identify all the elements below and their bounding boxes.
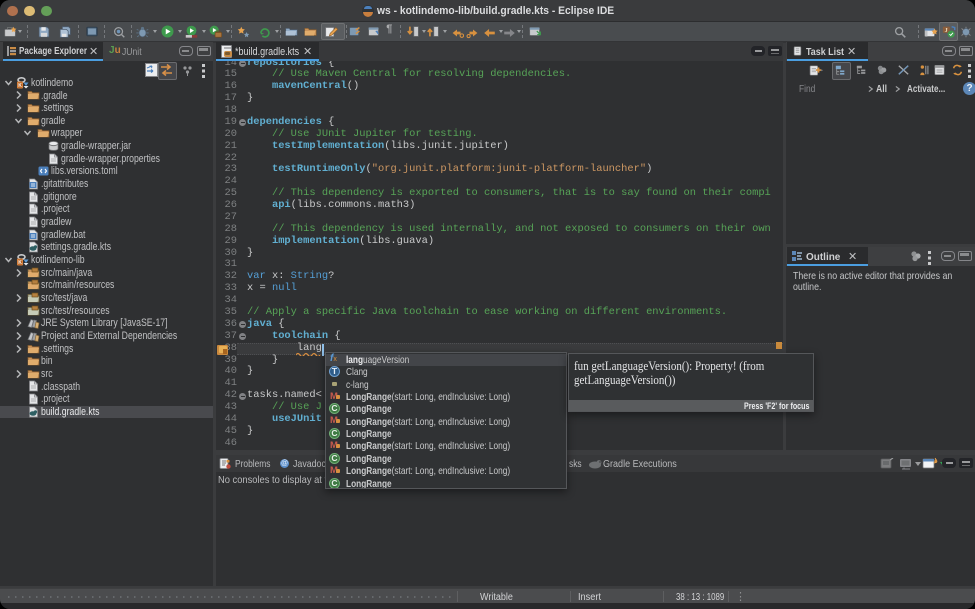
svg-text:K: K [18,260,22,266]
svg-text:J: J [945,28,948,34]
svg-text:K: K [18,83,22,89]
